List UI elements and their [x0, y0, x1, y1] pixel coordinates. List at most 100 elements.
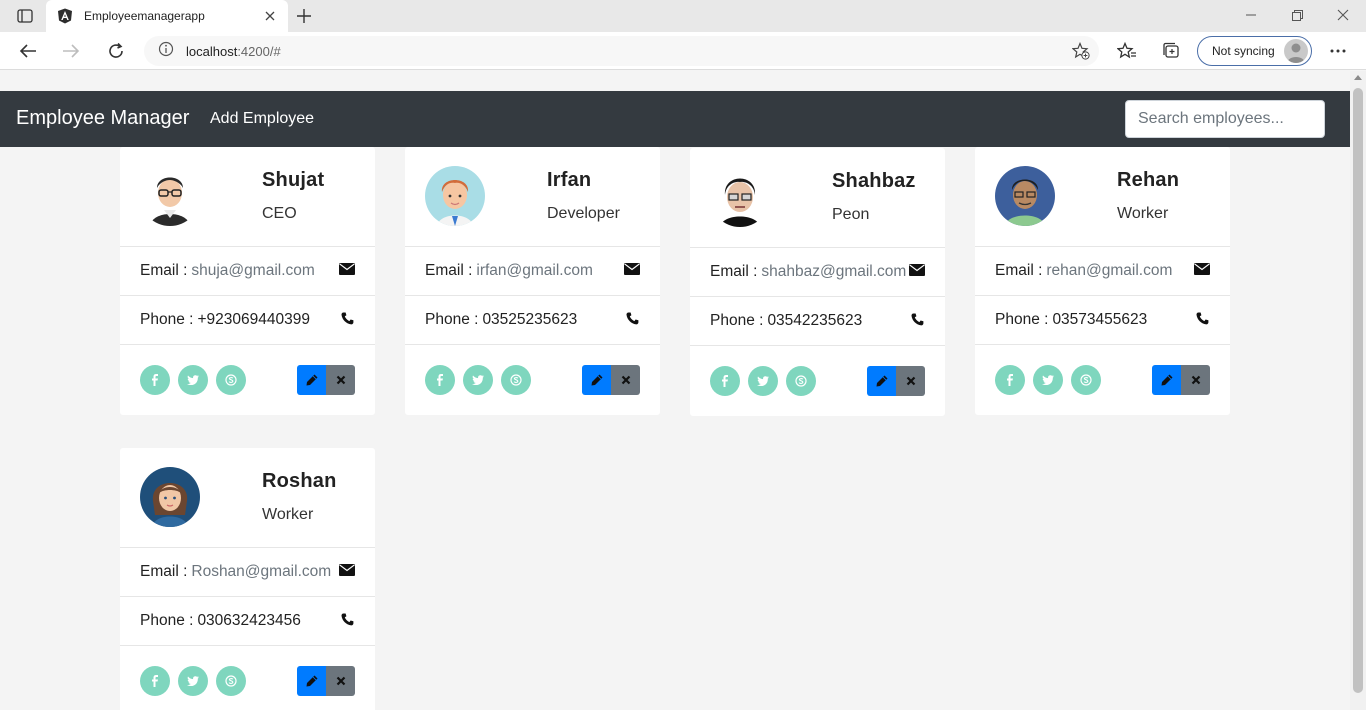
employee-phone: 03525235623: [482, 311, 578, 328]
tab-actions-icon[interactable]: [8, 6, 42, 26]
phone-icon: [1194, 310, 1210, 326]
employee-job-title: Worker: [262, 506, 314, 523]
refresh-icon[interactable]: [102, 37, 130, 65]
delete-employee-button[interactable]: [611, 365, 640, 395]
twitter-button[interactable]: [748, 366, 778, 396]
minimize-icon[interactable]: [1228, 0, 1274, 30]
browser-tab[interactable]: Employeemanagerapp: [46, 0, 288, 32]
twitter-button[interactable]: [463, 365, 493, 395]
skype-button[interactable]: [216, 666, 246, 696]
card-action-group: [1152, 365, 1210, 395]
facebook-button[interactable]: [140, 365, 170, 395]
back-icon[interactable]: [14, 37, 42, 65]
employee-email: shuja@gmail.com: [191, 262, 315, 279]
employee-card: Shahbaz Peon Email : shahbaz@gmail.com Phone…: [690, 148, 945, 416]
skype-icon: [225, 374, 237, 386]
envelope-icon: [1194, 261, 1210, 277]
employee-avatar: [140, 166, 200, 226]
edit-employee-button[interactable]: [1152, 365, 1181, 395]
edit-employee-button[interactable]: [867, 366, 896, 396]
twitter-button[interactable]: [178, 666, 208, 696]
close-icon: [336, 375, 346, 385]
delete-employee-button[interactable]: [326, 365, 355, 395]
close-window-icon[interactable]: [1320, 0, 1366, 30]
favorites-icon[interactable]: [1113, 37, 1141, 65]
envelope-icon: [624, 261, 640, 277]
scrollbar-thumb[interactable]: [1353, 88, 1363, 693]
employee-card-footer: [120, 345, 375, 415]
employee-email-row: Email : shuja@gmail.com: [120, 247, 375, 296]
twitter-icon: [472, 375, 484, 385]
skype-button[interactable]: [786, 366, 816, 396]
twitter-icon: [757, 376, 769, 386]
skype-icon: [795, 375, 807, 387]
twitter-button[interactable]: [178, 365, 208, 395]
employee-job-title: Worker: [1117, 205, 1169, 222]
collections-icon[interactable]: [1157, 37, 1185, 65]
employee-job-title: CEO: [262, 205, 297, 222]
employee-phone-row: Phone :03525235623: [405, 296, 660, 345]
site-info-icon[interactable]: [158, 41, 174, 62]
page-viewport: Employee Manager Add Employee Shujat CEO E…: [0, 71, 1350, 710]
card-action-group: [867, 366, 925, 396]
sync-label: Not syncing: [1212, 44, 1275, 58]
close-icon: [621, 375, 631, 385]
envelope-icon: [339, 562, 355, 578]
employee-card: Irfan Developer Email : irfan@gmail.com Phon…: [405, 147, 660, 415]
facebook-icon: [150, 374, 160, 386]
employee-card: Shujat CEO Email : shuja@gmail.com Phone : +9…: [120, 147, 375, 415]
delete-employee-button[interactable]: [326, 666, 355, 696]
scroll-up-icon[interactable]: [1354, 75, 1362, 80]
phone-label: Phone :: [140, 311, 194, 328]
close-tab-icon[interactable]: [262, 8, 278, 24]
more-options-icon[interactable]: [1324, 37, 1352, 65]
pencil-icon: [876, 375, 888, 387]
pencil-icon: [306, 675, 318, 687]
employee-name: Rehan: [1117, 169, 1180, 191]
employee-name: Roshan: [262, 470, 337, 492]
edit-employee-button[interactable]: [582, 365, 611, 395]
employee-card: Rehan Worker Email : rehan@gmail.com Phone :…: [975, 147, 1230, 415]
browser-toolbar: localhost:4200/# Not syncing: [0, 32, 1366, 70]
employee-email: irfan@gmail.com: [476, 262, 593, 279]
employee-job-title: Peon: [832, 206, 870, 223]
facebook-button[interactable]: [425, 365, 455, 395]
employee-job-title: Developer: [547, 205, 620, 222]
edit-employee-button[interactable]: [297, 365, 326, 395]
skype-button[interactable]: [1071, 365, 1101, 395]
employee-phone: 030632423456: [197, 612, 301, 629]
email-label: Email :: [995, 262, 1043, 279]
skype-button[interactable]: [501, 365, 531, 395]
restore-icon[interactable]: [1274, 0, 1320, 30]
email-label: Email :: [140, 563, 188, 580]
employee-card-header: Shujat CEO: [120, 147, 375, 247]
forward-icon[interactable]: [57, 37, 85, 65]
phone-icon: [339, 310, 355, 326]
delete-employee-button[interactable]: [896, 366, 925, 396]
employee-email-row: Email : rehan@gmail.com: [975, 247, 1230, 296]
tab-title: Employeemanagerapp: [84, 9, 205, 23]
add-employee-link[interactable]: Add Employee: [210, 110, 314, 128]
address-bar[interactable]: localhost:4200/#: [144, 36, 1099, 66]
navbar-brand[interactable]: Employee Manager: [16, 107, 189, 130]
facebook-button[interactable]: [140, 666, 170, 696]
twitter-button[interactable]: [1033, 365, 1063, 395]
profile-sync-button[interactable]: Not syncing: [1197, 36, 1312, 66]
employee-card-header: Shahbaz Peon: [690, 148, 945, 248]
add-favorite-icon[interactable]: [1071, 41, 1091, 61]
profile-avatar-icon: [1284, 39, 1308, 63]
page-scrollbar[interactable]: [1350, 71, 1366, 710]
phone-label: Phone :: [710, 312, 764, 329]
new-tab-icon[interactable]: [292, 4, 316, 28]
email-label: Email :: [425, 262, 473, 279]
search-employees-input[interactable]: [1125, 100, 1325, 138]
twitter-icon: [1042, 375, 1054, 385]
delete-employee-button[interactable]: [1181, 365, 1210, 395]
employee-name: Shahbaz: [832, 170, 916, 192]
edit-employee-button[interactable]: [297, 666, 326, 696]
facebook-button[interactable]: [995, 365, 1025, 395]
facebook-icon: [720, 375, 730, 387]
employee-card-footer: [405, 345, 660, 415]
facebook-button[interactable]: [710, 366, 740, 396]
skype-button[interactable]: [216, 365, 246, 395]
